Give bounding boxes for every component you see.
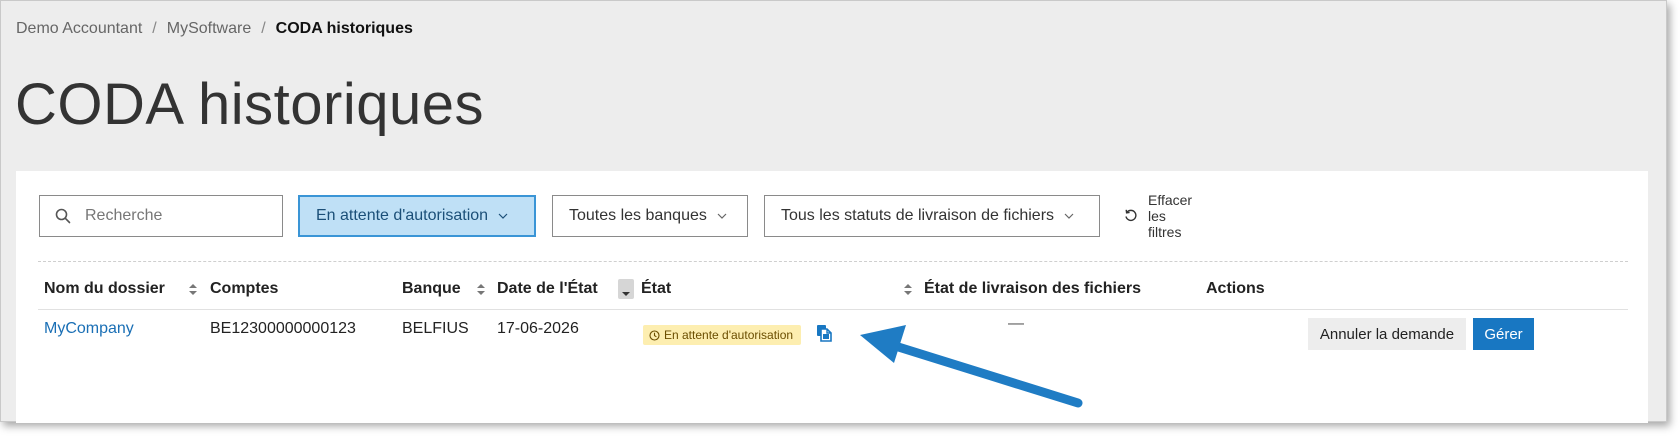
breadcrumb-item-mysoftware[interactable]: MySoftware: [167, 20, 251, 38]
status-badge: En attente d'autorisation: [643, 325, 802, 345]
cell-comptes: BE12300000000123: [210, 320, 356, 337]
column-header-etat: État: [641, 280, 672, 297]
app-window: Demo Accountant / MySoftware / CODA hist…: [0, 0, 1667, 423]
search-icon: [53, 206, 73, 226]
column-header-banque[interactable]: Banque: [402, 269, 461, 309]
sort-icon[interactable]: [476, 279, 486, 299]
page-title: CODA historiques: [15, 72, 484, 137]
breadcrumb: Demo Accountant / MySoftware / CODA hist…: [16, 20, 413, 38]
sort-icon[interactable]: [903, 279, 913, 299]
search-input[interactable]: [85, 207, 275, 225]
manage-button[interactable]: Gérer: [1473, 318, 1534, 350]
cell-banque: BELFIUS: [402, 320, 469, 337]
status-badge-label: En attente d'autorisation: [664, 328, 794, 342]
breadcrumb-separator: /: [261, 20, 266, 37]
breadcrumb-item-demo-accountant[interactable]: Demo Accountant: [16, 20, 142, 38]
sort-desc-icon[interactable]: [618, 279, 634, 299]
dossier-link[interactable]: MyCompany: [44, 320, 134, 338]
content-card: En attente d'autorisation Toutes les ban…: [16, 171, 1648, 423]
delivery-status-filter-dropdown[interactable]: Tous les statuts de livraison de fichier…: [764, 195, 1100, 237]
breadcrumb-current: CODA historiques: [275, 20, 413, 37]
status-filter-label: En attente d'autorisation: [316, 207, 489, 224]
chevron-down-icon: [498, 213, 508, 219]
copy-icon[interactable]: [815, 324, 833, 342]
clock-icon: [649, 329, 660, 341]
clear-filters-button[interactable]: Effacer les filtres: [1124, 192, 1193, 240]
chevron-down-icon: [1064, 213, 1074, 219]
bank-filter-label: Toutes les banques: [569, 207, 707, 224]
delivery-filter-label: Tous les statuts de livraison de fichier…: [781, 207, 1055, 224]
cancel-request-button[interactable]: Annuler la demande: [1308, 318, 1466, 350]
reset-icon: [1124, 209, 1138, 223]
table-row: MyCompany BE12300000000123 BELFIUS 17-06…: [38, 309, 1628, 363]
column-header-date[interactable]: Date de l'État: [497, 269, 598, 309]
bank-filter-dropdown[interactable]: Toutes les banques: [552, 195, 748, 237]
divider: [38, 261, 1628, 262]
column-header-actions: Actions: [1206, 280, 1265, 297]
breadcrumb-separator: /: [152, 20, 157, 37]
column-header-livraison: État de livraison des fichiers: [924, 280, 1141, 297]
status-filter-dropdown[interactable]: En attente d'autorisation: [298, 195, 536, 237]
column-header-dossier[interactable]: Nom du dossier: [44, 269, 165, 309]
cell-date: 17-06-2026: [497, 320, 579, 337]
clear-filters-label: Effacer les filtres: [1148, 192, 1193, 240]
table-header: Nom du dossier Comptes Banque Date de l'…: [38, 269, 1628, 310]
column-header-comptes: Comptes: [210, 280, 279, 297]
chevron-down-icon: [717, 213, 727, 219]
annotation-arrow: [860, 325, 1083, 408]
sort-icon[interactable]: [188, 279, 198, 299]
search-box[interactable]: [39, 195, 283, 237]
